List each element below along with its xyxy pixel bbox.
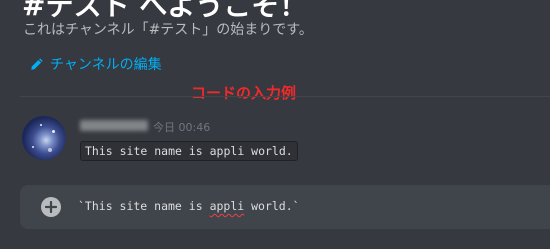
message-item: 今日 00:46 This site name is appli world. [22,116,542,166]
edit-channel-label: チャンネルの編集 [50,57,162,73]
message-timestamp: 今日 00:46 [153,121,211,134]
message-inline-code: This site name is appli world. [80,141,298,161]
edit-channel-link[interactable]: チャンネルの編集 [30,54,162,74]
message-composer[interactable]: `This site name is appli world.` [20,185,550,229]
channel-welcome-text: これはチャンネル「#テスト」の始まりです。 [23,22,313,38]
spellcheck-word: appli [209,199,245,213]
composer-text-before: `This site name is [78,199,210,213]
composer-text-after: world.` [244,199,300,213]
annotation-label: コードの入力例 [191,84,297,102]
plus-glyph [45,201,57,213]
pencil-icon [31,58,43,70]
message-input[interactable]: `This site name is appli world.` [78,199,300,213]
divider [20,96,550,97]
plus-circle-icon[interactable] [41,197,61,217]
avatar[interactable] [22,116,66,160]
username-blurred[interactable] [80,120,148,131]
